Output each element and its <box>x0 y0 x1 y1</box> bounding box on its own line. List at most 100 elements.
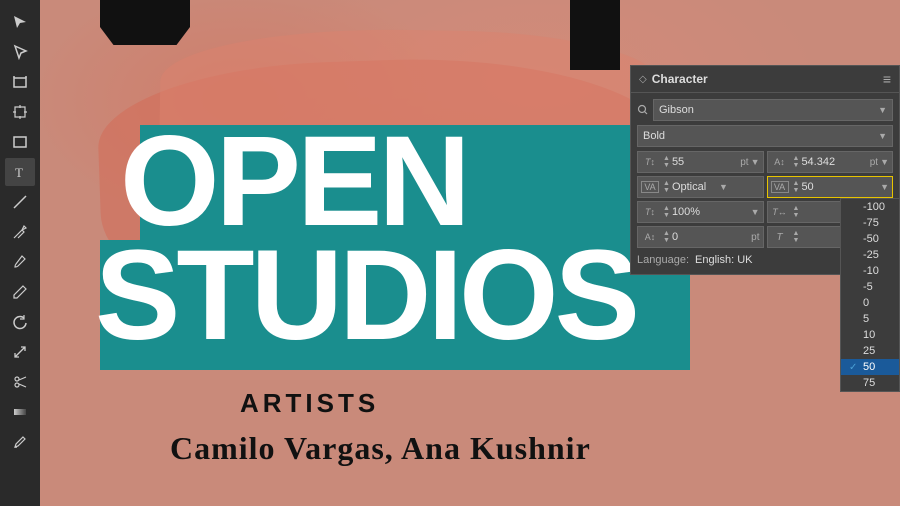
kerning-input[interactable] <box>672 181 717 193</box>
panel-header: ◇ Character ≡ <box>631 66 899 93</box>
rotate-tool[interactable] <box>5 308 35 336</box>
tracking-option-50[interactable]: ✓ 50 <box>841 359 899 375</box>
font-family-row: Gibson ▼ <box>637 99 893 121</box>
tracking-option-label: -5 <box>863 281 873 293</box>
horizontal-scale-spinner[interactable]: ▲▼ <box>793 205 800 219</box>
checkmark-icon: ✓ <box>849 362 859 373</box>
vertical-scale-field[interactable]: T↕ ▲▼ ▼ <box>637 201 764 223</box>
transform-tool[interactable] <box>5 98 35 126</box>
scale-tool[interactable] <box>5 338 35 366</box>
language-label: Language: <box>637 254 689 266</box>
font-family-value: Gibson <box>659 104 694 116</box>
tracking-icon: VA <box>771 181 789 193</box>
kerning-tracking-row: VA ▲▼ ▼ VA ▲▼ ▼ <box>637 176 893 198</box>
font-style-arrow: ▼ <box>878 131 887 141</box>
font-size-dropdown-arrow[interactable]: ▼ <box>751 157 760 167</box>
font-size-field[interactable]: T↕ ▲▼ pt ▼ <box>637 151 764 173</box>
tracking-option--25[interactable]: -25 <box>841 247 899 263</box>
artboard-tool[interactable] <box>5 68 35 96</box>
line-tool[interactable] <box>5 188 35 216</box>
horizontal-scale-icon: T↔ <box>771 207 789 217</box>
panel-diamond-icon: ◇ <box>639 74 647 85</box>
tracking-dropdown-menu: -100 -75 -50 -25 -10 -5 0 5 10 25 ✓ 50 <box>840 198 900 392</box>
tracking-spinner[interactable]: ▲▼ <box>793 180 800 194</box>
leading-spinner[interactable]: ▲▼ <box>793 155 800 169</box>
font-size-input[interactable] <box>672 156 738 168</box>
arrow-tool[interactable] <box>5 8 35 36</box>
leading-icon: A↕ <box>771 157 789 167</box>
kerning-field[interactable]: VA ▲▼ ▼ <box>637 176 764 198</box>
ink-splatter-top <box>100 0 190 45</box>
leading-field[interactable]: A↕ ▲▼ pt ▼ <box>767 151 894 173</box>
vertical-scale-spinner[interactable]: ▲▼ <box>663 205 670 219</box>
leading-input[interactable] <box>801 156 867 168</box>
tracking-input[interactable] <box>801 181 878 193</box>
baseline-shift-icon: A↕ <box>641 232 659 242</box>
size-leading-row: T↕ ▲▼ pt ▼ A↕ ▲▼ pt ▼ <box>637 151 893 173</box>
tracking-option-label: 75 <box>863 377 875 389</box>
kerning-icon: VA <box>641 181 659 193</box>
rectangle-tool[interactable] <box>5 128 35 156</box>
artists-names[interactable]: Camilo Vargas, Ana Kushnir <box>170 430 591 467</box>
leading-dropdown-arrow[interactable]: ▼ <box>880 157 889 167</box>
tracking-option-label: -100 <box>863 201 885 213</box>
tracking-option--100[interactable]: -100 <box>841 199 899 215</box>
studios-title[interactable]: STUDIOS <box>95 232 636 360</box>
language-value[interactable]: English: UK <box>695 254 752 266</box>
svg-text:T: T <box>15 165 23 180</box>
baseline-shift-input[interactable] <box>672 231 749 243</box>
direct-select-tool[interactable] <box>5 38 35 66</box>
vertical-scale-icon: T↕ <box>641 207 659 217</box>
tracking-option-10[interactable]: 10 <box>841 327 899 343</box>
tracking-option--10[interactable]: -10 <box>841 263 899 279</box>
leading-unit: pt <box>870 157 878 168</box>
vertical-scale-input[interactable] <box>672 206 749 218</box>
artists-subtitle[interactable]: ARTISTS <box>240 388 379 419</box>
font-size-unit: pt <box>740 157 748 168</box>
font-size-icon: T↕ <box>641 157 659 167</box>
font-style-row: Bold ▼ <box>637 125 893 147</box>
tracking-option-label: -25 <box>863 249 879 261</box>
tracking-option-5[interactable]: 5 <box>841 311 899 327</box>
baseline-shift-unit: pt <box>751 232 759 243</box>
baseline-shift-spinner[interactable]: ▲▼ <box>663 230 670 244</box>
tracking-option-label: 0 <box>863 297 869 309</box>
tracking-option-label: -10 <box>863 265 879 277</box>
panel-title-text: Character <box>652 72 708 86</box>
font-style-value: Bold <box>643 130 665 142</box>
tracking-option--75[interactable]: -75 <box>841 215 899 231</box>
font-family-arrow: ▼ <box>878 105 887 115</box>
paintbrush-tool[interactable] <box>5 248 35 276</box>
tracking-option-0[interactable]: 0 <box>841 295 899 311</box>
tracking-option-label: -50 <box>863 233 879 245</box>
rotation-spinner[interactable]: ▲▼ <box>793 230 800 244</box>
tracking-option-75[interactable]: 75 <box>841 375 899 391</box>
tracking-option--50[interactable]: -50 <box>841 231 899 247</box>
font-style-dropdown[interactable]: Bold ▼ <box>637 125 893 147</box>
tracking-option-25[interactable]: 25 <box>841 343 899 359</box>
kerning-spinner[interactable]: ▲▼ <box>663 180 670 194</box>
vertical-scale-arrow[interactable]: ▼ <box>751 207 760 217</box>
pencil-tool[interactable] <box>5 278 35 306</box>
toolbar: T <box>0 0 40 506</box>
scissors-tool[interactable] <box>5 368 35 396</box>
type-tool[interactable]: T <box>5 158 35 186</box>
search-icon <box>637 104 649 116</box>
panel-menu-icon[interactable]: ≡ <box>883 71 891 87</box>
rotation-icon: T <box>771 232 789 243</box>
gradient-tool[interactable] <box>5 398 35 426</box>
tracking-field[interactable]: VA ▲▼ ▼ <box>767 176 894 198</box>
tracking-option--5[interactable]: -5 <box>841 279 899 295</box>
pen-tool[interactable] <box>5 218 35 246</box>
tracking-option-label: 50 <box>863 361 875 373</box>
baseline-shift-field[interactable]: A↕ ▲▼ pt <box>637 226 764 248</box>
panel-title-area: ◇ Character <box>639 72 708 86</box>
tracking-option-label: 25 <box>863 345 875 357</box>
tracking-option-label: 10 <box>863 329 875 341</box>
kerning-dropdown-arrow[interactable]: ▼ <box>719 182 728 192</box>
font-size-spinner[interactable]: ▲▼ <box>663 155 670 169</box>
tracking-dropdown-arrow[interactable]: ▼ <box>880 182 889 192</box>
font-family-dropdown[interactable]: Gibson ▼ <box>653 99 893 121</box>
ink-shape-right <box>570 0 620 70</box>
eyedropper-tool[interactable] <box>5 428 35 456</box>
